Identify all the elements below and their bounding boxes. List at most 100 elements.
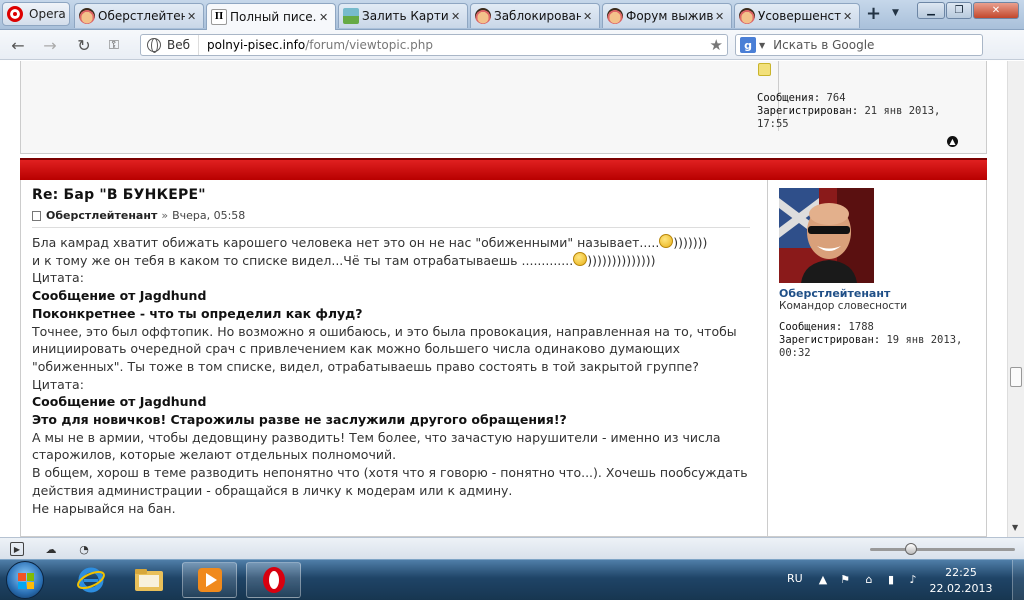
user-name[interactable]: Оберстлейтенант [779, 287, 890, 300]
user-rank: Командор словесности [779, 300, 908, 312]
registered-date: 19 янв 2013, [886, 334, 963, 346]
scroll-down-icon[interactable]: ▼ [1012, 523, 1018, 532]
quote-label: Цитата: [32, 376, 84, 392]
scroll-top-icon[interactable]: ▲ [947, 136, 958, 147]
post-author[interactable]: Оберстлейтенант [46, 209, 157, 222]
tab-label: Заблокирован... [494, 9, 581, 23]
avatar-image [779, 188, 874, 283]
messages-count: 764 [826, 92, 846, 104]
zoom-slider[interactable] [870, 543, 1015, 555]
tab-label: Форум выжив... [626, 9, 713, 23]
post-info-separator: » [161, 209, 169, 222]
avatar[interactable] [779, 188, 874, 283]
tab-2[interactable]: Залить Картин... ✕ [338, 3, 468, 28]
tab-close-icon[interactable]: ✕ [319, 11, 331, 24]
usb-device-icon[interactable]: ⌂ [862, 572, 876, 586]
reply-text: В общем, хорош в теме разводить непонятн… [32, 465, 748, 498]
messages-label: Сообщения: [757, 92, 821, 104]
key-icon[interactable]: ⚿ [104, 35, 124, 55]
post-line-end: )))))))))))))) [587, 252, 656, 268]
reply-text: Точнее, это был оффтопик. Но возможно я … [32, 323, 737, 374]
smile-icon [659, 234, 674, 248]
url-host: polnyi-pisec.info [207, 38, 306, 52]
taskbar-ie[interactable] [63, 562, 118, 598]
image-icon [343, 8, 359, 24]
windows-logo-icon [18, 573, 34, 589]
panel-toggle-icon[interactable]: ▶ [10, 542, 24, 556]
show-desktop-button[interactable] [1012, 560, 1024, 601]
rank-badge-icon [758, 63, 771, 76]
quote-source: Сообщение от Jagdhund [32, 394, 207, 410]
quote-label: Цитата: [32, 270, 84, 286]
site-info-button[interactable]: Веб [141, 35, 200, 55]
pi-icon: П [211, 9, 227, 25]
maximize-button[interactable]: ❐ [946, 2, 972, 19]
reload-icon[interactable]: ↻ [74, 35, 94, 55]
opera-menu-label: Opera [29, 7, 66, 21]
speed-dial-icon[interactable]: ◔ [77, 542, 91, 556]
tab-0[interactable]: Оберстлейтен... ✕ [74, 3, 204, 28]
quote-source: Сообщение от Jagdhund [32, 288, 207, 304]
tab-4[interactable]: Форум выжив... ✕ [602, 3, 732, 28]
registered-time: 17:55 [757, 118, 789, 130]
address-field[interactable]: Веб polnyi-pisec.info /forum/viewtopic.p… [140, 34, 728, 56]
minimize-button[interactable]: ▁ [917, 2, 945, 19]
post-icon[interactable] [32, 210, 41, 221]
show-hidden-icons-icon[interactable]: ▲ [816, 572, 830, 586]
page-scrollbar[interactable]: ▼ [1007, 61, 1024, 537]
tab-close-icon[interactable]: ✕ [583, 10, 595, 23]
smile-icon [573, 251, 588, 266]
internet-explorer-icon [76, 567, 105, 593]
post-separator-bar [20, 158, 987, 180]
volume-icon[interactable]: ♪ [906, 572, 920, 586]
media-player-icon [197, 568, 222, 592]
tab-close-icon[interactable]: ✕ [715, 10, 727, 23]
network-icon[interactable]: ▮ [884, 572, 898, 586]
action-center-icon[interactable]: ⚑ [838, 572, 852, 586]
tab-close-icon[interactable]: ✕ [187, 10, 199, 23]
taskbar-opera[interactable] [246, 562, 301, 598]
tab-close-icon[interactable]: ✕ [843, 10, 855, 23]
scrollbar-thumb[interactable] [1010, 367, 1022, 387]
bookmark-star-icon[interactable]: ★ [710, 36, 723, 54]
tab-close-icon[interactable]: ✕ [451, 10, 463, 23]
tab-5[interactable]: Усовершенств... ✕ [734, 3, 860, 28]
post-text: Бла камрад хватит обижать карошего челов… [32, 234, 762, 517]
search-engine-dropdown-icon[interactable]: ▼ [759, 41, 765, 50]
language-indicator[interactable]: RU [787, 572, 803, 585]
tab-menu-arrow-icon[interactable]: ▼ [892, 8, 899, 18]
avatar-icon [475, 8, 491, 24]
back-icon[interactable]: ← [8, 35, 28, 55]
taskbar-explorer[interactable] [121, 562, 176, 598]
opera-menu-button[interactable]: Opera [2, 2, 70, 26]
zoom-slider-knob[interactable] [905, 543, 917, 555]
folder-icon [134, 569, 163, 591]
new-tab-button[interactable]: + [866, 5, 881, 23]
google-icon: g [740, 37, 756, 53]
search-field[interactable]: g ▼ Искать в Google [735, 34, 983, 56]
globe-icon [147, 38, 161, 53]
clock[interactable]: 22:25 22.02.2013 [928, 565, 994, 597]
avatar-icon [79, 8, 95, 24]
registered-label: Зарегистрирован: [757, 105, 859, 117]
registered-date: 21 янв 2013, [864, 105, 941, 117]
reply-text: Не нарывайся на бан. [32, 500, 176, 516]
tab-label: Усовершенств... [758, 9, 841, 23]
cloud-icon[interactable]: ☁ [44, 542, 58, 556]
clock-date: 22.02.2013 [929, 582, 993, 595]
post-userinfo: Оберстлейтенант Командор словесности Соо… [767, 180, 987, 537]
post-title: Re: Бар "В БУНКЕРЕ" [32, 187, 206, 203]
start-button[interactable] [6, 561, 44, 599]
tab-label: Оберстлейтен... [98, 9, 185, 23]
quote-text: Поконкретнее - что ты определил как флуд… [32, 305, 363, 321]
page-viewport: Сообщения: 764 Зарегистрирован: 21 янв 2… [0, 61, 1007, 537]
taskbar-media-player[interactable] [182, 562, 237, 598]
avatar-icon [607, 8, 623, 24]
opera-icon [262, 567, 285, 593]
tab-bar: Opera Оберстлейтен... ✕ П Полный писе...… [0, 0, 1024, 30]
forward-icon[interactable]: → [40, 35, 60, 55]
tab-1[interactable]: П Полный писе... ✕ [206, 3, 336, 30]
browser-status-bar: ▶ ☁ ◔ [0, 537, 1024, 559]
tab-3[interactable]: Заблокирован... ✕ [470, 3, 600, 28]
close-window-button[interactable]: ✕ [973, 2, 1019, 19]
